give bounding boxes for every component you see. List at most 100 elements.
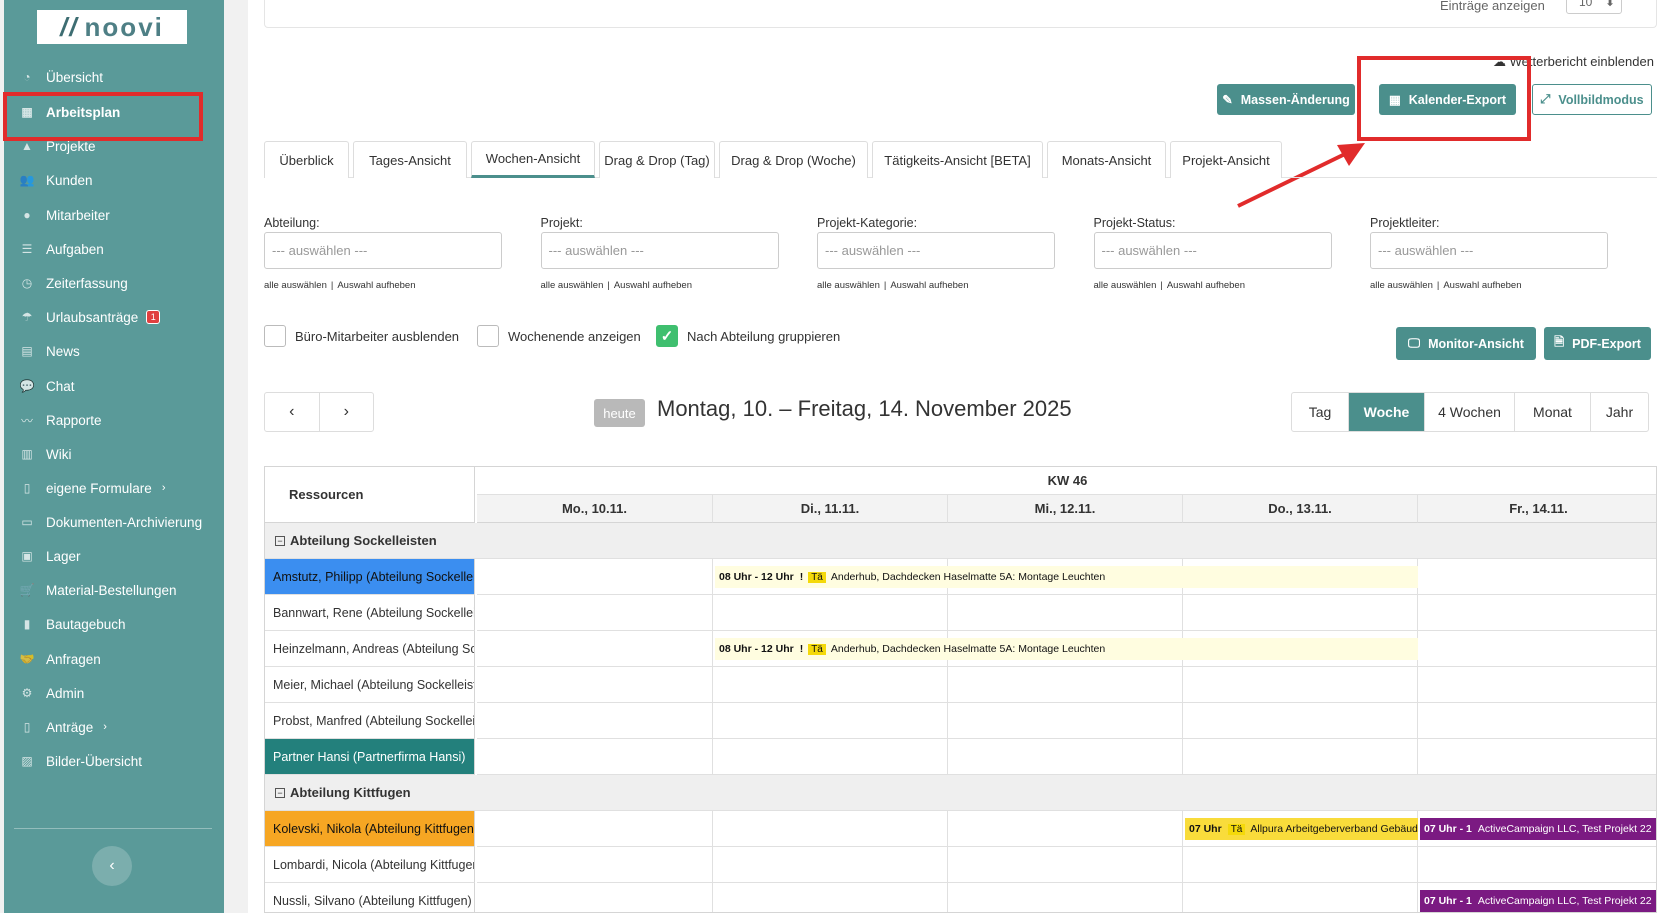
select-all-link[interactable]: alle auswählen	[1094, 280, 1157, 291]
group-header[interactable]: − Abteilung Kittfugen	[265, 775, 1656, 811]
calendar-cell[interactable]	[1418, 739, 1656, 775]
checkbox-buro-mitarbeiter-ausblenden[interactable]: Büro-Mitarbeiter ausblenden	[264, 325, 459, 347]
sidebar-item-eigene-formulare[interactable]: ▯ eigene Formulare ›	[4, 473, 224, 503]
calendar-event[interactable]: 07 Uhr - 1 ActiveCampaign LLC, Test Proje…	[1420, 890, 1656, 912]
sidebar-item-material-bestellungen[interactable]: 🛒 Material-Bestellungen	[4, 575, 224, 605]
day-header[interactable]: Mi., 12.11.	[948, 495, 1183, 523]
calendar-cell[interactable]	[477, 847, 713, 883]
day-header[interactable]: Fr., 14.11.	[1418, 495, 1656, 523]
day-header[interactable]: Di., 11.11.	[713, 495, 948, 523]
calendar-cell[interactable]	[1183, 595, 1418, 631]
calendar-cell[interactable]	[477, 883, 713, 912]
today-button[interactable]: heute	[594, 399, 645, 427]
calendar-cell[interactable]	[948, 883, 1183, 912]
sidebar-item-news[interactable]: ▤ News	[4, 336, 224, 366]
fullscreen-button[interactable]: ⤢ Vollbildmodus	[1532, 84, 1652, 115]
filter-select-projekt-kategorie[interactable]: --- auswählen ---	[817, 232, 1055, 269]
resource-row[interactable]: Meier, Michael (Abteilung Sockelleisten)	[265, 667, 475, 703]
tab-uberblick[interactable]: Überblick	[264, 141, 349, 178]
calendar-cell[interactable]	[948, 847, 1183, 883]
calendar-cell[interactable]	[713, 811, 948, 847]
clear-selection-link[interactable]: Auswahl aufheben	[614, 280, 692, 291]
sidebar-item-bautagebuch[interactable]: ▮ Bautagebuch	[4, 609, 224, 639]
calendar-cell[interactable]	[1183, 739, 1418, 775]
noovi-logo[interactable]: //noovi	[37, 10, 187, 44]
sidebar-item-urlaubsantrage[interactable]: ☂ Urlaubsanträge 1	[4, 302, 224, 332]
sidebar-item-mitarbeiter[interactable]: ● Mitarbeiter	[4, 200, 224, 230]
tab-drag-drop-tag[interactable]: Drag & Drop (Tag)	[599, 141, 715, 178]
view-tag-button[interactable]: Tag	[1292, 393, 1348, 431]
calendar-cell[interactable]	[713, 739, 948, 775]
calendar-cell[interactable]	[713, 883, 948, 912]
sidebar-item-wiki[interactable]: ▥ Wiki	[4, 439, 224, 469]
checkbox-nach-abteilung-gruppieren[interactable]: ✓ Nach Abteilung gruppieren	[656, 325, 840, 347]
calendar-cell[interactable]	[1418, 667, 1656, 703]
clear-selection-link[interactable]: Auswahl aufheben	[337, 280, 415, 291]
sidebar-item-anfragen[interactable]: 🤝 Anfragen	[4, 644, 224, 674]
calendar-cell[interactable]	[1183, 703, 1418, 739]
sidebar-item-kunden[interactable]: 👥 Kunden	[4, 165, 224, 195]
calendar-cell[interactable]	[477, 595, 713, 631]
calendar-cell[interactable]	[948, 811, 1183, 847]
sidebar-item-chat[interactable]: 💬 Chat	[4, 371, 224, 401]
calendar-cell[interactable]	[948, 667, 1183, 703]
view-4-wochen-button[interactable]: 4 Wochen	[1424, 393, 1514, 431]
collapse-sidebar-button[interactable]: ‹	[92, 846, 132, 886]
calendar-cell[interactable]	[713, 847, 948, 883]
calendar-cell[interactable]	[713, 595, 948, 631]
clear-selection-link[interactable]: Auswahl aufheben	[1167, 280, 1245, 291]
check-icon[interactable]: ✓	[656, 325, 678, 347]
tab-monats-ansicht[interactable]: Monats-Ansicht	[1047, 141, 1166, 178]
calendar-event[interactable]: 07 Uhr - 1 ActiveCampaign LLC, Test Proje…	[1420, 818, 1656, 840]
resource-row[interactable]: Heinzelmann, Andreas (Abteilung Sockelle…	[265, 631, 475, 667]
mass-edit-button[interactable]: ✎ Massen-Änderung	[1217, 84, 1355, 115]
sidebar-item-zeiterfassung[interactable]: ◷ Zeiterfassung	[4, 268, 224, 298]
calendar-cell[interactable]	[1183, 883, 1418, 912]
pdf-export-button[interactable]: 🗎 PDF-Export	[1544, 327, 1651, 360]
prev-week-button[interactable]: ‹	[265, 393, 319, 431]
resource-row[interactable]: Probst, Manfred (Abteilung Sockelleisten…	[265, 703, 475, 739]
collapse-group-icon[interactable]: −	[275, 535, 285, 546]
view-woche-button[interactable]: Woche	[1348, 393, 1424, 431]
group-header[interactable]: − Abteilung Sockelleisten	[265, 523, 1656, 559]
resource-row[interactable]: Nussli, Silvano (Abteilung Kittfugen)	[265, 883, 475, 912]
sidebar-item-aufgaben[interactable]: ☰ Aufgaben	[4, 234, 224, 264]
sidebar-item-bilder-ubersicht[interactable]: ▨ Bilder-Übersicht	[4, 746, 224, 776]
tab-wochen-ansicht[interactable]: Wochen-Ansicht	[471, 141, 595, 178]
tab-tatigkeits-ansicht-beta[interactable]: Tätigkeits-Ansicht [BETA]	[872, 141, 1043, 178]
tab-tages-ansicht[interactable]: Tages-Ansicht	[353, 141, 467, 178]
day-header[interactable]: Mo., 10.11.	[477, 495, 713, 523]
calendar-cell[interactable]	[1418, 703, 1656, 739]
clear-selection-link[interactable]: Auswahl aufheben	[890, 280, 968, 291]
select-all-link[interactable]: alle auswählen	[264, 280, 327, 291]
next-week-button[interactable]: ›	[318, 393, 374, 431]
tab-projekt-ansicht[interactable]: Projekt-Ansicht	[1170, 141, 1282, 178]
view-jahr-button[interactable]: Jahr	[1590, 393, 1648, 431]
calendar-event[interactable]: 08 Uhr - 12 Uhr! Tä Anderhub, Dachdecken H…	[715, 566, 1418, 588]
calendar-cell[interactable]	[1418, 595, 1656, 631]
resource-row[interactable]: Bannwart, Rene (Abteilung Sockelleisten)	[265, 595, 475, 631]
day-header[interactable]: Do., 13.11.	[1183, 495, 1418, 523]
clear-selection-link[interactable]: Auswahl aufheben	[1443, 280, 1521, 291]
calendar-cell[interactable]	[1183, 847, 1418, 883]
calendar-event[interactable]: 07 Uhr Tä Allpura Arbeitgeberverband Gebäu…	[1185, 818, 1418, 840]
resource-row[interactable]: Lombardi, Nicola (Abteilung Kittfugen)	[265, 847, 475, 883]
calendar-cell[interactable]	[477, 559, 713, 595]
calendar-cell[interactable]	[1183, 667, 1418, 703]
calendar-cell[interactable]	[713, 703, 948, 739]
calendar-cell[interactable]	[948, 703, 1183, 739]
sidebar-item-admin[interactable]: ⚙ Admin	[4, 678, 224, 708]
entries-select[interactable]: 10 ⬍	[1566, 0, 1622, 14]
filter-select-abteilung[interactable]: --- auswählen ---	[264, 232, 502, 269]
resource-row[interactable]: Partner Hansi (Partnerfirma Hansi)	[265, 739, 475, 775]
filter-select-projektleiter[interactable]: --- auswählen ---	[1370, 232, 1608, 269]
monitor-view-button[interactable]: 🖵 Monitor-Ansicht	[1396, 327, 1536, 360]
calendar-cell[interactable]	[1418, 847, 1656, 883]
filter-select-projekt[interactable]: --- auswählen ---	[540, 232, 779, 269]
calendar-cell[interactable]	[477, 811, 713, 847]
sidebar-item-dokumenten-archivierung[interactable]: ▭ Dokumenten-Archivierung	[4, 507, 224, 537]
collapse-group-icon[interactable]: −	[275, 787, 285, 798]
calendar-event[interactable]: 08 Uhr - 12 Uhr! Tä Anderhub, Dachdecken H…	[715, 638, 1418, 660]
sidebar-item-rapporte[interactable]: 〰 Rapporte	[4, 405, 224, 435]
select-all-link[interactable]: alle auswählen	[541, 280, 604, 291]
